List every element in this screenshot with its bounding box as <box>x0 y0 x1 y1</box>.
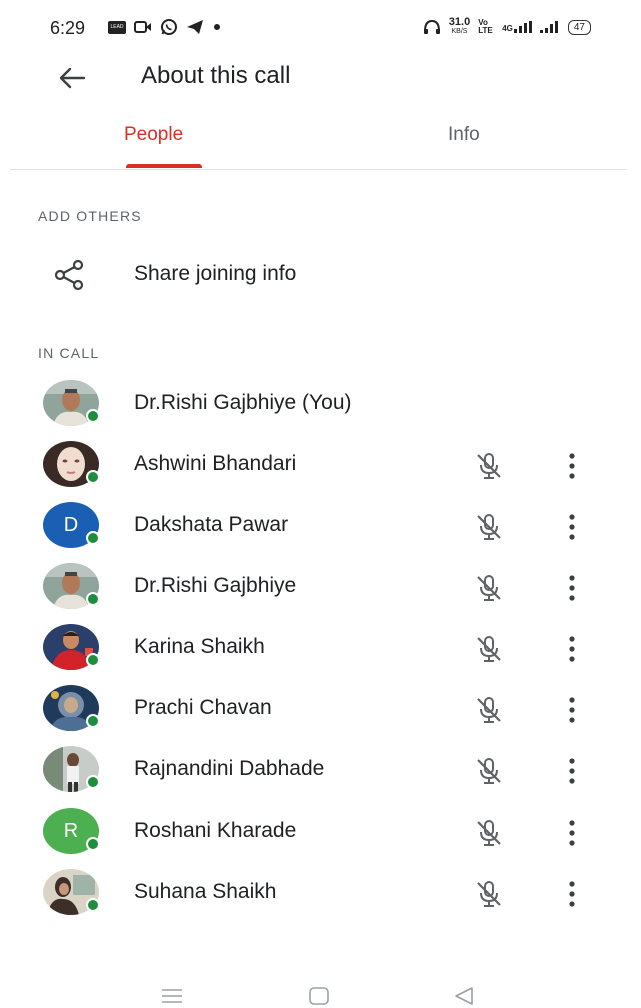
online-status-dot <box>86 775 100 789</box>
share-joining-info-button[interactable]: Share joining info <box>0 244 641 304</box>
online-status-dot <box>86 592 100 606</box>
participant-row[interactable]: Dr.Rishi Gajbhiye <box>0 561 641 621</box>
participant-name: Ashwini Bhandari <box>134 452 297 475</box>
tab-indicator <box>126 164 202 168</box>
mic-off-icon <box>477 636 501 662</box>
participant-name: Rajnandini Dabhade <box>134 757 325 780</box>
online-status-dot <box>86 714 100 728</box>
tab-info[interactable]: Info <box>448 124 480 146</box>
online-status-dot <box>86 531 100 545</box>
avatar <box>43 685 100 741</box>
telegram-icon <box>187 20 203 34</box>
mic-off-icon <box>477 575 501 601</box>
more-vert-icon[interactable] <box>558 816 586 850</box>
avatar <box>43 746 100 802</box>
status-time: 6:29 <box>50 18 86 38</box>
arrow-left-icon[interactable] <box>56 62 88 94</box>
more-vert-icon[interactable] <box>558 632 586 666</box>
participant-row[interactable]: R Roshani Kharade <box>0 806 641 866</box>
headphone-icon <box>423 19 440 34</box>
online-status-dot <box>86 409 100 423</box>
signal-icon <box>539 21 558 33</box>
status-right-icons: 31.0 KB/S Vo LTE 4G 47 <box>423 16 591 36</box>
mic-off-icon <box>477 820 501 846</box>
mic-off-icon <box>477 514 501 540</box>
tab-bar: People Info <box>0 112 641 170</box>
participant-name: Karina Shaikh <box>134 635 265 658</box>
online-status-dot <box>86 470 100 484</box>
participant-name: Dakshata Pawar <box>134 513 289 536</box>
share-joining-info-label: Share joining info <box>134 262 297 285</box>
share-icon <box>54 259 84 291</box>
page-title: About this call <box>141 62 291 89</box>
more-vert-icon[interactable] <box>558 877 586 911</box>
status-bar: 6:29 LEAD 31.0 KB/S Vo LTE 4G 47 <box>0 0 641 58</box>
mic-off-icon <box>477 697 501 723</box>
avatar <box>43 380 100 436</box>
back-triangle-icon[interactable] <box>452 986 476 1006</box>
menu-icon[interactable] <box>160 986 184 1006</box>
mic-off-icon <box>477 453 501 479</box>
participant-row[interactable]: Dr.Rishi Gajbhiye (You) <box>0 378 641 438</box>
more-vert-icon[interactable] <box>558 510 586 544</box>
online-status-dot <box>86 898 100 912</box>
app-bar: About this call <box>0 58 641 98</box>
more-vert-icon[interactable] <box>558 693 586 727</box>
avatar <box>43 869 100 925</box>
participant-row[interactable]: Suhana Shaikh <box>0 867 641 927</box>
more-vert-icon[interactable] <box>558 754 586 788</box>
dot-icon <box>214 24 220 30</box>
network-speed: 31.0 KB/S <box>448 16 471 36</box>
whatsapp-icon <box>161 19 177 35</box>
avatar: D <box>43 502 100 558</box>
participant-name: Roshani Kharade <box>134 819 297 842</box>
participant-row[interactable]: Rajnandini Dabhade <box>0 744 641 804</box>
participant-row[interactable]: D Dakshata Pawar <box>0 500 641 560</box>
participant-row[interactable]: Prachi Chavan <box>0 683 641 743</box>
video-call-icon <box>134 21 151 33</box>
status-left-icons: LEAD <box>108 18 222 36</box>
avatar <box>43 624 100 680</box>
participant-row[interactable]: Ashwini Bhandari <box>0 439 641 499</box>
signal-4g-icon: 4G <box>502 21 532 33</box>
section-label-add-others: ADD OTHERS <box>38 208 142 224</box>
avatar: R <box>43 808 100 864</box>
avatar <box>43 563 100 619</box>
participant-name: Dr.Rishi Gajbhiye <box>134 574 297 597</box>
more-vert-icon[interactable] <box>558 571 586 605</box>
online-status-dot <box>86 653 100 667</box>
more-vert-icon[interactable] <box>558 449 586 483</box>
battery-icon: 47 <box>567 19 591 35</box>
mic-off-icon <box>477 758 501 784</box>
section-label-in-call: IN CALL <box>38 345 100 361</box>
avatar <box>43 441 100 497</box>
home-icon[interactable] <box>307 986 331 1006</box>
participant-name: Dr.Rishi Gajbhiye (You) <box>134 391 352 414</box>
online-status-dot <box>86 837 100 851</box>
participant-name: Prachi Chavan <box>134 696 272 719</box>
participant-row[interactable]: Karina Shaikh <box>0 622 641 682</box>
participant-name: Suhana Shaikh <box>134 880 277 903</box>
lead-icon: LEAD <box>108 20 126 34</box>
tab-people[interactable]: People <box>124 124 183 146</box>
volte-indicator: Vo LTE <box>478 18 493 35</box>
divider <box>10 169 627 170</box>
mic-off-icon <box>477 881 501 907</box>
system-nav-bar <box>0 978 641 1008</box>
